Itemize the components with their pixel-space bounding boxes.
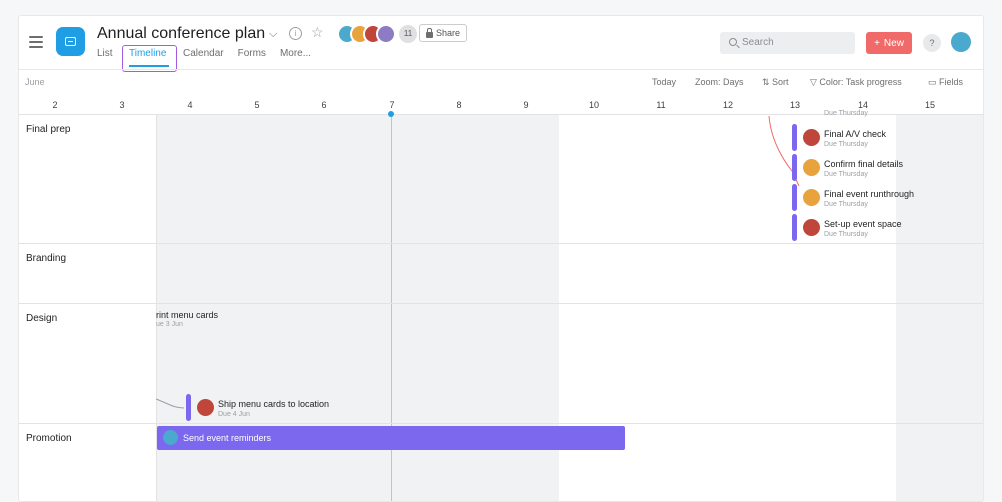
task-name: Final A/V check (824, 129, 887, 139)
task-card[interactable]: Confirm final details Due Thursday (792, 154, 952, 182)
task-bar[interactable] (792, 184, 797, 211)
task-due: Due Thursday (824, 201, 868, 208)
avatar (803, 219, 820, 236)
project-window: Annual conference plan ⌵ i ☆ 11 Share Li… (18, 15, 984, 502)
avatar (803, 129, 820, 146)
task-bar[interactable] (186, 394, 191, 421)
task-due: Due Thursday (824, 231, 868, 238)
task-card[interactable]: Set-up event space Due Thursday (792, 214, 952, 242)
task-bar-send-event-reminders[interactable]: Send event reminders (157, 426, 625, 450)
task-name: Ship menu cards to location (218, 399, 330, 409)
avatar (197, 399, 214, 416)
task-card[interactable]: Final event runthrough Due Thursday (792, 184, 952, 212)
task-due: ue 3 Jun (156, 321, 183, 328)
task-bar[interactable] (792, 214, 797, 241)
task-card[interactable]: Final A/V check Due Thursday (792, 124, 952, 152)
task-bar[interactable] (792, 154, 797, 181)
avatar (803, 159, 820, 176)
task-name-print-menu-cards[interactable]: rint menu cards (156, 310, 218, 320)
task-name: Send event reminders (183, 433, 272, 443)
task-card[interactable]: Ship menu cards to location Due 4 Jun (186, 394, 366, 422)
task-due: Due Thursday (824, 141, 868, 148)
task-bar[interactable] (792, 124, 797, 151)
task-name: Confirm final details (824, 159, 904, 169)
task-due: Due 4 Jun (218, 411, 250, 418)
task-name: Final event runthrough (824, 189, 915, 199)
avatar (803, 189, 820, 206)
task-name: Set-up event space (824, 219, 902, 229)
task-due: Due Thursday (824, 171, 868, 178)
avatar (163, 430, 178, 445)
task-due: Due Thursday (824, 110, 868, 117)
